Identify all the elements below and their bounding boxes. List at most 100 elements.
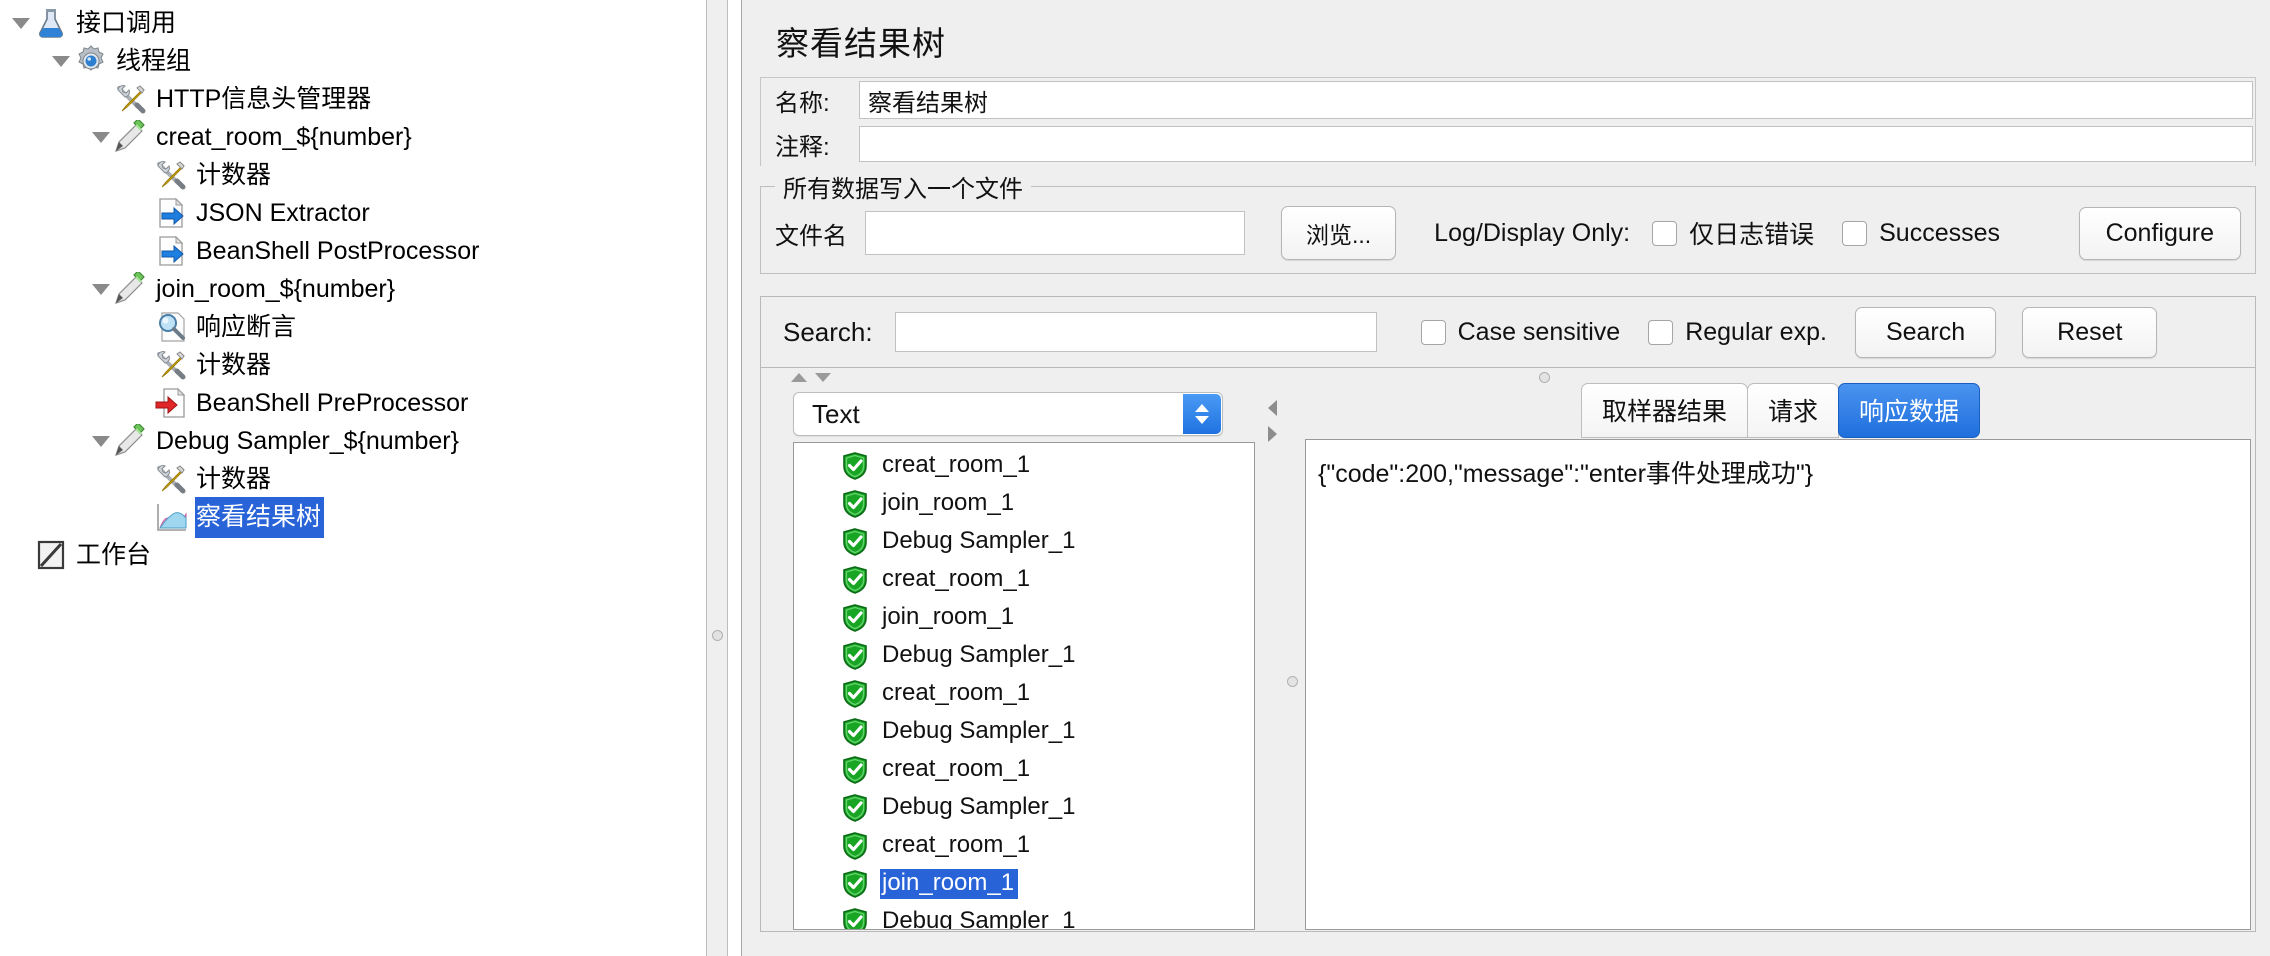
expand-toggle-icon[interactable] xyxy=(88,270,114,308)
collapse-up-icon[interactable] xyxy=(791,373,807,382)
tree-item[interactable]: 线程组 xyxy=(0,42,706,80)
tab-1[interactable]: 请求 xyxy=(1746,383,1839,438)
results-vertical-splitter[interactable] xyxy=(1283,386,1305,930)
search-row: Search: Case sensitive Regular exp. Sear… xyxy=(761,297,2255,367)
list-item-label: Debug Sampler_1 xyxy=(882,793,1076,820)
main-splitter[interactable] xyxy=(706,0,728,956)
list-item[interactable]: Debug Sampler_1 xyxy=(794,637,1254,675)
tree-item[interactable]: creat_room_${number} xyxy=(0,118,706,156)
list-item[interactable]: creat_room_1 xyxy=(794,827,1254,865)
reset-button[interactable]: Reset xyxy=(2022,306,2158,358)
list-item[interactable]: creat_room_1 xyxy=(794,751,1254,789)
expand-toggle-icon[interactable] xyxy=(48,42,74,80)
list-item[interactable]: join_room_1 xyxy=(794,865,1254,903)
column-collapse-arrows[interactable] xyxy=(1261,386,1283,930)
tab-2[interactable]: 响应数据 xyxy=(1838,383,1981,438)
successes-checkbox[interactable] xyxy=(1842,220,1868,246)
filename-label: 文件名 xyxy=(775,222,847,250)
list-item-label: join_room_1 xyxy=(880,869,1019,899)
successes-label: Successes xyxy=(1879,218,2001,247)
list-item-label: creat_room_1 xyxy=(882,831,1031,858)
results-content-split: Text creat_room_1 join_room_1 Debug Sample… xyxy=(761,383,2255,930)
list-item[interactable]: Debug Sampler_1 xyxy=(794,523,1254,561)
chart-icon xyxy=(154,500,188,534)
expand-toggle-icon[interactable] xyxy=(88,118,114,156)
jmeter-window: 接口调用 线程组 HTTP信息头管理器 creat_room_${number} 计数器… xyxy=(0,0,2270,956)
sampler-result-list[interactable]: creat_room_1 join_room_1 Debug Sampler_1 cr… xyxy=(793,442,1255,930)
response-data-textarea[interactable]: {"code":200,"message":"enter事件处理成功"} xyxy=(1305,439,2251,930)
vertical-splitter-grip-icon[interactable] xyxy=(1287,676,1298,687)
browse-button[interactable]: 浏览... xyxy=(1281,206,1397,260)
regular-exp-checkbox[interactable] xyxy=(1648,319,1674,345)
tab-0[interactable]: 取样器结果 xyxy=(1580,383,1748,438)
success-shield-icon xyxy=(842,908,868,929)
tree-item[interactable]: 察看结果树 xyxy=(0,496,706,538)
tree-item[interactable]: BeanShell PreProcessor xyxy=(0,384,706,422)
list-item[interactable]: creat_room_1 xyxy=(794,561,1254,599)
tree-item[interactable]: BeanShell PostProcessor xyxy=(0,232,706,270)
write-all-data-title: 所有数据写入一个文件 xyxy=(775,169,1031,204)
list-item[interactable]: creat_room_1 xyxy=(794,447,1254,485)
list-item-label: Debug Sampler_1 xyxy=(882,717,1076,744)
collapse-left-icon[interactable] xyxy=(1268,400,1277,416)
tree-item[interactable]: JSON Extractor xyxy=(0,194,706,232)
name-input[interactable]: 察看结果树 xyxy=(859,81,2253,119)
success-shield-icon xyxy=(842,718,868,746)
case-sensitive-checkbox[interactable] xyxy=(1420,319,1446,345)
configure-button[interactable]: Configure xyxy=(2078,206,2241,260)
regular-exp-label: Regular exp. xyxy=(1685,317,1827,346)
tree-item[interactable]: 计数器 xyxy=(0,156,706,194)
success-shield-icon xyxy=(842,756,868,784)
tree-item-label: BeanShell PreProcessor xyxy=(196,388,469,417)
tree-item[interactable]: HTTP信息头管理器 xyxy=(0,80,706,118)
success-shield-icon xyxy=(842,870,868,898)
collapse-down-icon[interactable] xyxy=(815,373,831,382)
splitter-grip-icon[interactable] xyxy=(712,630,723,641)
search-input[interactable] xyxy=(894,312,1377,352)
inner-splitter-grip-icon[interactable] xyxy=(1539,371,1550,383)
expand-toggle-icon[interactable] xyxy=(88,422,114,460)
collapse-right-icon[interactable] xyxy=(1268,426,1277,442)
success-shield-icon xyxy=(842,642,868,670)
list-item-label: creat_room_1 xyxy=(882,755,1031,782)
search-button[interactable]: Search xyxy=(1854,306,1997,358)
list-item[interactable]: join_room_1 xyxy=(794,599,1254,637)
comment-input[interactable] xyxy=(859,126,2253,162)
tree-item[interactable]: 计数器 xyxy=(0,460,706,498)
tree-item[interactable]: 响应断言 xyxy=(0,308,706,346)
comment-label: 注释: xyxy=(775,133,830,161)
tree-item[interactable]: 工作台 xyxy=(0,536,706,574)
tree-item-label: 察看结果树 xyxy=(195,496,325,538)
result-tabs[interactable]: 取样器结果 请求 响应数据 xyxy=(1305,383,2255,438)
tree-item[interactable]: 计数器 xyxy=(0,346,706,384)
tree-item[interactable]: Debug Sampler_${number} xyxy=(0,422,706,460)
list-item[interactable]: Debug Sampler_1 xyxy=(794,789,1254,827)
tree-item[interactable]: join_room_${number} xyxy=(0,270,706,308)
expand-toggle-icon[interactable] xyxy=(8,4,34,42)
list-item[interactable]: creat_room_1 xyxy=(794,675,1254,713)
pencil-icon xyxy=(114,270,148,306)
test-plan-tree[interactable]: 接口调用 线程组 HTTP信息头管理器 creat_room_${number} 计数器… xyxy=(0,0,706,956)
list-item-label: join_room_1 xyxy=(882,489,1015,516)
filename-input[interactable] xyxy=(865,211,1245,255)
renderer-combo-spinner-icon[interactable] xyxy=(1183,394,1221,434)
errors-only-checkbox[interactable] xyxy=(1652,220,1678,246)
list-item[interactable]: Debug Sampler_1 xyxy=(794,713,1254,751)
list-item[interactable]: Debug Sampler_1 xyxy=(794,903,1254,929)
log-display-only-label: Log/Display Only: xyxy=(1434,218,1631,247)
success-shield-icon xyxy=(842,832,868,860)
name-row: 名称: 察看结果树 xyxy=(761,78,2255,122)
tree-item[interactable]: 接口调用 xyxy=(0,4,706,42)
tree-item-label: 接口调用 xyxy=(76,8,177,37)
list-item-label: Debug Sampler_1 xyxy=(882,641,1076,668)
chevron-down-icon xyxy=(1195,416,1209,424)
inner-splitter[interactable] xyxy=(761,368,2255,386)
renderer-combo[interactable]: Text xyxy=(793,392,1223,436)
list-item[interactable]: join_room_1 xyxy=(794,485,1254,523)
list-item-label: creat_room_1 xyxy=(882,679,1031,706)
